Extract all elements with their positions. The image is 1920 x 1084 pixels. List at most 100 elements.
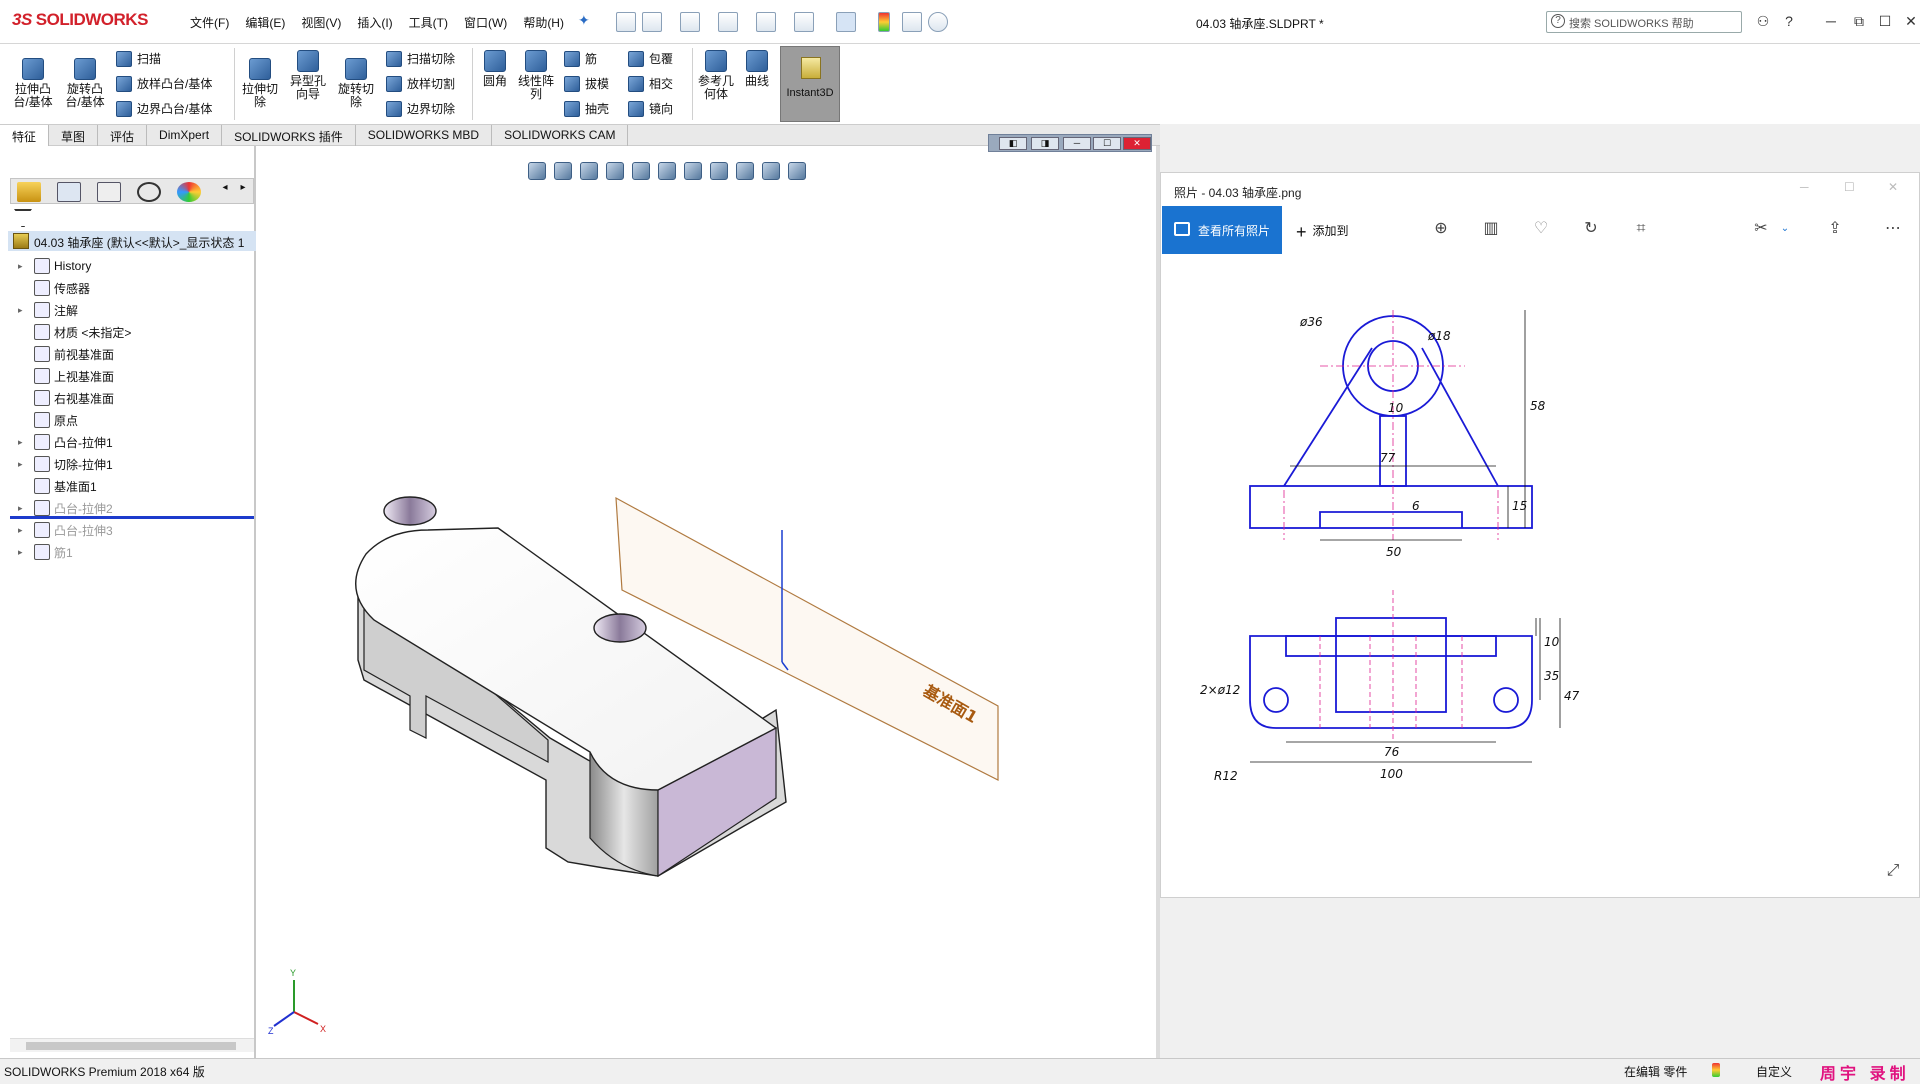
doc-close-button[interactable]: ✕ — [1123, 137, 1151, 150]
save-icon[interactable] — [718, 12, 738, 32]
draft-button[interactable]: 拔模 — [564, 75, 609, 92]
tab-sketch[interactable]: 草图 — [49, 125, 99, 146]
menu-tools[interactable]: 工具(T) — [401, 14, 456, 31]
tree-item[interactable]: ▸ 凸台-拉伸3 — [18, 520, 113, 540]
edit-create-icon[interactable]: ✂ — [1752, 220, 1770, 238]
menu-help[interactable]: 帮助(H) — [515, 14, 572, 31]
boundary-boss-button[interactable]: 边界凸台/基体 — [116, 100, 212, 117]
revolve-boss-button[interactable]: 旋转凸台/基体 — [62, 58, 108, 109]
scrollbar-thumb[interactable] — [26, 1042, 236, 1050]
tab-cam[interactable]: SOLIDWORKS CAM — [492, 125, 629, 146]
shell-button[interactable]: 抽壳 — [564, 100, 609, 117]
expand-arrow-icon[interactable]: ▸ — [18, 437, 28, 448]
tree-item[interactable]: ▸ 筋1 — [18, 542, 73, 562]
menu-insert[interactable]: 插入(I) — [349, 14, 400, 31]
new-file-icon[interactable] — [642, 12, 662, 32]
wrap-button[interactable]: 包覆 — [628, 50, 673, 67]
photos-close-button[interactable]: ✕ — [1888, 180, 1898, 194]
options-gear-icon[interactable] — [928, 12, 948, 32]
add-to-button[interactable]: + 添加到 — [1296, 222, 1349, 243]
doc-maximize-button[interactable]: ☐ — [1093, 137, 1121, 150]
pin-icon[interactable]: ✦ — [578, 12, 598, 32]
tree-item[interactable]: 右视基准面 — [18, 388, 114, 408]
favorite-heart-icon[interactable]: ♡ — [1532, 220, 1550, 238]
tree-item[interactable]: ▸ 切除-拉伸1 — [18, 454, 113, 474]
help-search-input[interactable]: ? 搜索 SOLIDWORKS 帮助 — [1546, 11, 1742, 33]
menu-edit[interactable]: 编辑(E) — [237, 14, 293, 31]
solidworks-logo[interactable]: 3S SOLIDWORKS — [12, 10, 148, 30]
tab-features[interactable]: 特征 — [0, 125, 50, 146]
tree-item[interactable]: ▸ History — [18, 256, 91, 276]
intersect-button[interactable]: 相交 — [628, 75, 673, 92]
tree-item[interactable]: 传感器 — [18, 278, 90, 298]
loft-cut-button[interactable]: 放样切割 — [386, 75, 455, 92]
dimxpert-manager-tab-icon[interactable] — [137, 182, 161, 202]
rotate-icon[interactable]: ↻ — [1582, 220, 1600, 238]
maximize-button[interactable]: ☐ — [1872, 10, 1898, 32]
tab-dimxpert[interactable]: DimXpert — [147, 125, 223, 146]
tab-addins[interactable]: SOLIDWORKS 插件 — [222, 125, 356, 146]
extrude-cut-button[interactable]: 拉伸切除 — [238, 58, 282, 109]
delete-icon[interactable]: ▥ — [1482, 220, 1500, 238]
tree-root-part[interactable]: 04.03 轴承座 (默认<<默认>_显示状态 1 — [8, 231, 256, 251]
print-icon[interactable] — [756, 12, 776, 32]
menu-file[interactable]: 文件(F) — [182, 14, 237, 31]
expand-arrow-icon[interactable]: ▸ — [18, 525, 28, 536]
tree-item[interactable]: 上视基准面 — [18, 366, 114, 386]
tree-item[interactable]: 基准面1 — [18, 476, 97, 496]
menu-window[interactable]: 窗口(W) — [456, 14, 515, 31]
open-file-icon[interactable] — [680, 12, 700, 32]
select-cursor-icon[interactable] — [836, 12, 856, 32]
configuration-manager-tab-icon[interactable] — [97, 182, 121, 202]
linear-pattern-button[interactable]: 线性阵列 — [514, 50, 558, 101]
tile-window-button[interactable]: ⧉ — [1846, 10, 1872, 32]
revolve-cut-button[interactable]: 旋转切除 — [334, 58, 378, 109]
close-button[interactable]: ✕ — [1898, 10, 1920, 32]
tab-mbd[interactable]: SOLIDWORKS MBD — [356, 125, 493, 146]
view-all-photos-button[interactable]: 查看所有照片 — [1162, 206, 1282, 254]
chevron-down-icon[interactable]: ⌄ — [1776, 220, 1794, 238]
rebuild-status-icon[interactable] — [1712, 1063, 1720, 1077]
sweep-button[interactable]: 扫描 — [116, 50, 161, 67]
rib-button[interactable]: 筋 — [564, 50, 597, 67]
mirror-button[interactable]: 镜向 — [628, 100, 673, 117]
fillet-button[interactable]: 圆角 — [478, 50, 512, 88]
property-manager-tab-icon[interactable] — [57, 182, 81, 202]
status-units-custom[interactable]: 自定义 — [1756, 1063, 1792, 1080]
extrude-boss-button[interactable]: 拉伸凸台/基体 — [10, 58, 56, 109]
rebuild-icon[interactable] — [878, 12, 890, 32]
user-icon[interactable]: ⚇ — [1750, 10, 1776, 32]
more-options-icon[interactable]: ⋯ — [1884, 220, 1902, 238]
tree-item[interactable]: 前视基准面 — [18, 344, 114, 364]
share-icon[interactable]: ⇪ — [1826, 220, 1844, 238]
rollback-bar[interactable] — [10, 516, 254, 519]
mounting-hole-right[interactable] — [593, 613, 647, 643]
doc-minimize-button[interactable]: ─ — [1063, 137, 1091, 150]
model-3d-view[interactable]: 基准面1 Y X Z — [258, 150, 1154, 1056]
undo-icon[interactable] — [794, 12, 814, 32]
instant3d-button[interactable]: Instant3D — [780, 46, 840, 122]
expand-arrow-icon[interactable]: ▸ — [18, 547, 28, 558]
curves-button[interactable]: 曲线 — [740, 50, 774, 88]
expand-arrow-icon[interactable]: ▸ — [18, 503, 28, 514]
file-properties-icon[interactable] — [902, 12, 922, 32]
tab-scroll-left-icon[interactable]: ◂ — [217, 182, 233, 202]
tree-item[interactable]: ▸ 注解 — [18, 300, 78, 320]
tree-item[interactable]: 材质 <未指定> — [18, 322, 131, 342]
hole-wizard-button[interactable]: 异型孔向导 — [286, 50, 330, 101]
expand-icon[interactable]: ⤢ — [1884, 862, 1902, 880]
tree-item[interactable]: ▸ 凸台-拉伸1 — [18, 432, 113, 452]
restore-next-icon[interactable]: ◨ — [1031, 137, 1059, 150]
photos-maximize-button[interactable]: ☐ — [1844, 180, 1855, 194]
restore-prev-icon[interactable]: ◧ — [999, 137, 1027, 150]
home-icon[interactable] — [616, 12, 636, 32]
tree-item[interactable]: ▸ 凸台-拉伸2 — [18, 498, 113, 518]
reference-geometry-button[interactable]: 参考几何体 — [696, 50, 736, 101]
sweep-cut-button[interactable]: 扫描切除 — [386, 50, 455, 67]
minimize-button[interactable]: ─ — [1818, 10, 1844, 32]
boundary-cut-button[interactable]: 边界切除 — [386, 100, 455, 117]
expand-arrow-icon[interactable]: ▸ — [18, 459, 28, 470]
tab-scroll-right-icon[interactable]: ▸ — [235, 182, 251, 202]
display-manager-tab-icon[interactable] — [177, 182, 201, 202]
feature-tree-tab-icon[interactable] — [17, 182, 41, 202]
